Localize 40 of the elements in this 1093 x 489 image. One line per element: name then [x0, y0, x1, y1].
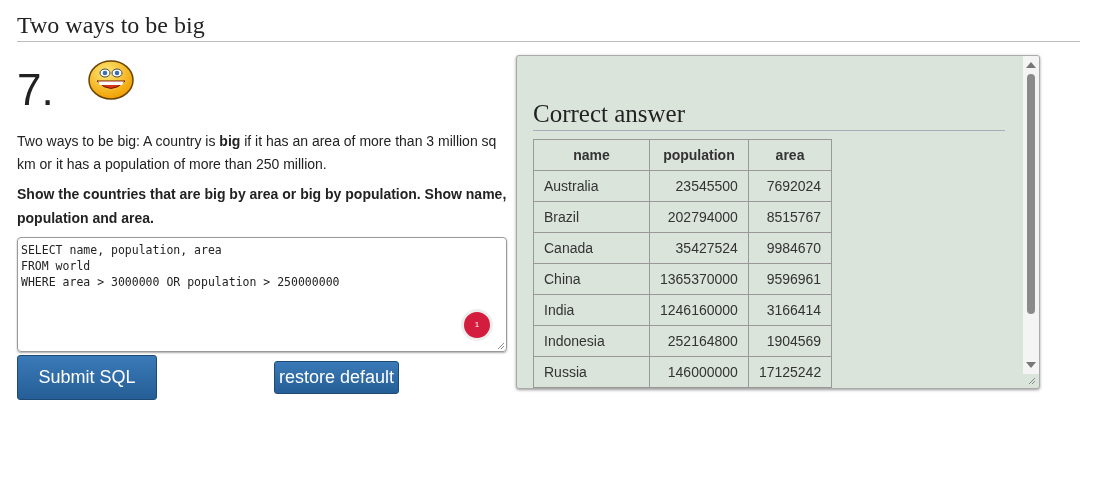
table-cell: 1365370000	[649, 263, 749, 295]
column-header: name	[533, 139, 650, 171]
table-cell: Russia	[533, 356, 650, 388]
page-title: Two ways to be big	[17, 12, 1080, 42]
column-header: area	[748, 139, 832, 171]
grammar-badge[interactable]: 1	[461, 309, 493, 341]
table-cell: China	[533, 263, 650, 295]
scrollbar[interactable]	[1023, 56, 1039, 374]
column-header: population	[649, 139, 749, 171]
sql-editor[interactable]: SELECT name, population, area FROM world WHERE area > 3000000 OR population > 250000000 1	[17, 237, 507, 352]
scroll-up-icon[interactable]	[1026, 61, 1036, 69]
table-cell: Canada	[533, 232, 650, 264]
table-cell: Australia	[533, 170, 650, 202]
smiley-icon	[87, 60, 134, 100]
scroll-thumb[interactable]	[1027, 74, 1035, 314]
table-cell: India	[533, 294, 650, 326]
submit-button[interactable]: Submit SQL	[17, 355, 157, 400]
table-cell: 1246160000	[649, 294, 749, 326]
table-cell: 17125242	[748, 356, 832, 388]
table-cell: 146000000	[649, 356, 749, 388]
restore-button[interactable]: restore default	[274, 361, 400, 394]
question-number: 7.	[17, 68, 54, 112]
scroll-down-icon[interactable]	[1026, 361, 1036, 369]
table-cell: 9596961	[748, 263, 832, 295]
resize-grip-icon[interactable]	[1028, 377, 1036, 385]
table-cell: 8515767	[748, 201, 832, 233]
table-cell: 7692024	[748, 170, 832, 202]
answer-title: Correct answer	[533, 100, 1005, 131]
table-cell: 1904569	[748, 325, 832, 357]
table-cell: Brazil	[533, 201, 650, 233]
resize-grip-icon[interactable]	[497, 342, 505, 350]
table-cell: 23545500	[649, 170, 749, 202]
table-cell: 9984670	[748, 232, 832, 264]
table-cell: Indonesia	[533, 325, 650, 357]
question-text: Two ways to be big: A country is big if it has an area of more than 3 million sq km or it has a population of more than 250 million.	[17, 132, 498, 174]
table-cell: 3166414	[748, 294, 832, 326]
table-cell: 202794000	[649, 201, 749, 233]
task-text: Show the countries that are big by area or big by population. Show name, population and area.	[17, 185, 507, 228]
table-cell: 35427524	[649, 232, 749, 264]
table-cell: 252164800	[649, 325, 749, 357]
